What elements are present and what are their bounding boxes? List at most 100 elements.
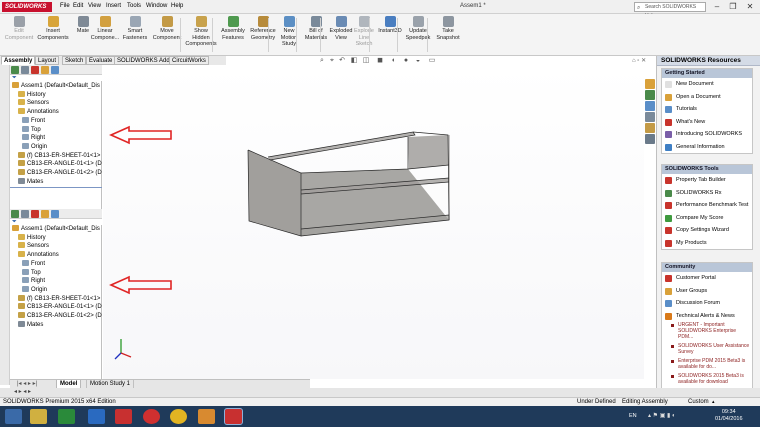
solidworks-app-icon[interactable] [115, 409, 132, 424]
resource-link[interactable]: General Information [662, 141, 752, 154]
solidworks-logo[interactable]: SOLIDWORKS [2, 2, 52, 12]
maximize-icon[interactable]: ❐ [726, 1, 740, 12]
language-indicator[interactable]: EN [629, 413, 637, 419]
tree-item[interactable]: Mates [18, 177, 102, 187]
resource-link[interactable]: New Document [662, 78, 752, 91]
menu-view[interactable]: View [88, 3, 101, 9]
view-orientation-icon[interactable]: ◫ [362, 57, 370, 65]
tree-item[interactable]: CB13-ER-ANGLE-01<2> (De [18, 312, 102, 321]
cmd-smart-fasteners-button[interactable]: Smart Fasteners [118, 16, 152, 41]
tab-sketch[interactable]: Sketch [62, 56, 87, 65]
tree-item[interactable]: History [18, 233, 102, 243]
resource-link[interactable]: SOLIDWORKS Rx [662, 187, 752, 200]
tree-item[interactable]: Top [22, 125, 102, 135]
tree-item[interactable]: Front [22, 116, 102, 126]
resource-link[interactable]: Property Tab Builder [662, 174, 752, 187]
tree-item[interactable]: History [18, 90, 102, 100]
help-search-input[interactable]: ⌕ Search SOLIDWORKS Help [634, 2, 706, 19]
cmd-move-component-button[interactable]: Move Component [150, 16, 184, 41]
news-link[interactable]: SOLIDWORKS 2015 Beta3 is available for d… [662, 373, 752, 385]
menu-window[interactable]: Window [146, 3, 167, 9]
tab-assembly[interactable]: Assembly [1, 56, 36, 65]
config-manager-tab-icon[interactable] [31, 210, 39, 218]
resource-link[interactable]: Technical Alerts & News [662, 310, 752, 323]
cmd-linear-pattern-button[interactable]: Linear Compone... [88, 16, 122, 41]
menu-edit[interactable]: Edit [73, 3, 83, 9]
resource-link[interactable]: What's New [662, 116, 752, 129]
tab-circuitworks[interactable]: CircuitWorks [169, 56, 209, 65]
resource-link[interactable]: Copy Settings Wizard [662, 224, 752, 237]
feature-tree-tab-icon[interactable] [11, 210, 19, 218]
resource-link[interactable]: Introducing SOLIDWORKS [662, 128, 752, 141]
zoom-area-icon[interactable]: ⌖ [328, 57, 336, 65]
tree-item[interactable]: Annotations [18, 108, 102, 117]
tab-evaluate[interactable]: Evaluate [86, 56, 116, 65]
tree-item[interactable]: Origin [22, 285, 102, 295]
tree-item[interactable]: Origin [22, 142, 102, 152]
close-icon[interactable]: ✕ [641, 58, 646, 64]
opera-icon[interactable] [143, 409, 160, 424]
property-manager-tab-icon[interactable] [21, 210, 29, 218]
tree-item[interactable]: (f) CB13-ER-SHEET-01<1> ( [18, 151, 102, 161]
previous-view-icon[interactable]: ↶ [338, 57, 346, 65]
sheet-metal-assembly-model[interactable] [247, 131, 450, 237]
design-library-tab-icon[interactable] [645, 90, 655, 100]
news-link[interactable]: Enterprise PDM 2015 Beta3 is available f… [662, 358, 752, 370]
file-explorer-icon[interactable] [30, 409, 47, 424]
vlc-icon[interactable] [198, 409, 215, 424]
menu-insert[interactable]: Insert [106, 3, 121, 9]
zoom-fit-icon[interactable]: ⌕ [318, 57, 326, 65]
system-tray-icons[interactable]: ▴ ⚑ ▣ ▮ ◐ [648, 412, 708, 420]
close-icon[interactable]: ✕ [743, 1, 757, 12]
appearances-tab-icon[interactable] [645, 123, 655, 133]
view-palette-tab-icon[interactable] [645, 112, 655, 122]
menu-help[interactable]: Help [171, 3, 183, 9]
dim-xpert-tab-icon[interactable] [41, 210, 49, 218]
filter-icon[interactable]: ⏷ [10, 75, 17, 81]
minimize-icon[interactable]: – [710, 1, 724, 12]
custom-properties-tab-icon[interactable] [645, 134, 655, 144]
tree-item[interactable]: CB13-ER-ANGLE-01<1> (De [18, 160, 102, 169]
cmd-assembly-features-button[interactable]: Assembly Features [216, 16, 250, 41]
outlook-icon[interactable] [88, 409, 105, 424]
tab-layout[interactable]: Layout [35, 56, 60, 65]
menu-file[interactable]: File [60, 3, 70, 9]
view-settings-icon[interactable]: ▭ [428, 57, 436, 65]
display-manager-tab-icon[interactable] [51, 210, 59, 218]
tree-item[interactable]: Right [22, 277, 102, 286]
file-explorer-tab-icon[interactable] [645, 101, 655, 111]
tree-item[interactable]: Top [22, 268, 102, 278]
home-tab-icon[interactable] [645, 79, 655, 89]
news-link[interactable]: URGENT - Important SOLIDWORKS Enterprise… [662, 322, 752, 340]
cmd-insert-components-button[interactable]: Insert Components [36, 16, 70, 41]
edit-appearance-icon[interactable]: ● [402, 57, 410, 65]
tree-item[interactable]: Assem1 (Default<Default_Dis [12, 225, 102, 234]
start-icon[interactable] [5, 409, 22, 424]
solidworks-active-icon[interactable] [224, 408, 243, 425]
graphics-area[interactable] [103, 65, 644, 379]
tree-item[interactable]: CB13-ER-ANGLE-01<2> (De [18, 169, 102, 178]
model-viewport[interactable] [103, 65, 644, 379]
resource-link[interactable]: Customer Portal [662, 272, 752, 285]
tree-item[interactable]: CB13-ER-ANGLE-01<1> (De [18, 303, 102, 312]
news-link[interactable]: SOLIDWORKS User Assistance Survey [662, 343, 752, 355]
property-manager-tab-icon[interactable] [21, 66, 29, 74]
tree-item[interactable]: Annotations [18, 251, 102, 260]
tree-item[interactable]: (f) CB13-ER-SHEET-01<1> ( [18, 294, 102, 304]
cmd-speedpak-button[interactable]: Update Speedpak [401, 16, 435, 41]
tree-item[interactable]: Assem1 (Default<Default_Dis [12, 82, 102, 91]
pin-icon[interactable]: ⌂ [632, 58, 636, 64]
tree-item[interactable]: Front [22, 259, 102, 269]
section-view-icon[interactable]: ◧ [350, 57, 358, 65]
restore-icon[interactable]: ▫ [637, 58, 639, 64]
tree-item[interactable]: Sensors [18, 242, 102, 251]
chrome-icon[interactable] [170, 409, 187, 424]
tree-item[interactable]: Sensors [18, 99, 102, 108]
feature-tree-tab-icon[interactable] [11, 66, 19, 74]
horizontal-scrollbar[interactable]: ◂ ▸ ◂ ▸ [0, 388, 760, 397]
resource-link[interactable]: Tutorials [662, 103, 752, 116]
resource-link[interactable]: Open a Document [662, 91, 752, 104]
dim-xpert-tab-icon[interactable] [41, 66, 49, 74]
hide-show-icon[interactable]: ◐ [390, 57, 398, 65]
tree-item[interactable]: Right [22, 134, 102, 143]
